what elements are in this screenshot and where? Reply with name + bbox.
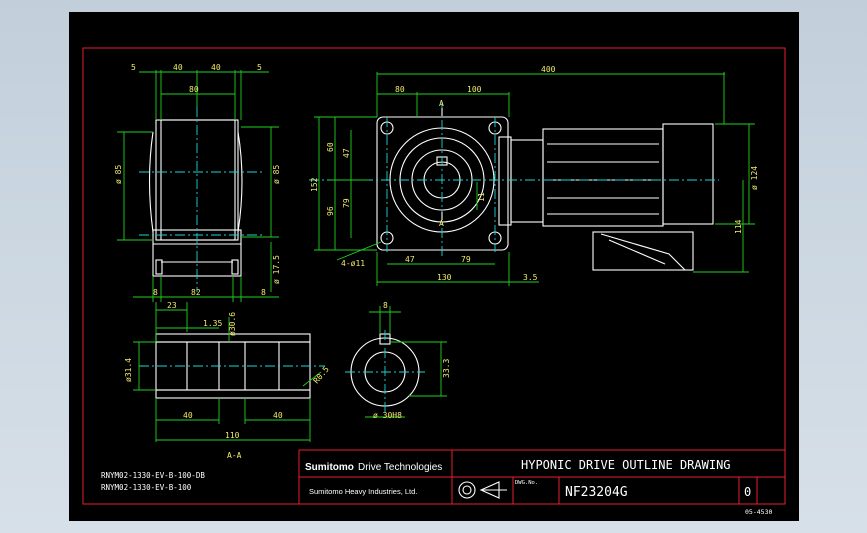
- dim-motor-h: 114: [734, 219, 743, 234]
- side-view: [117, 70, 279, 302]
- section-mark-top: A: [439, 99, 444, 108]
- dim-bottom-2: 82: [191, 288, 201, 297]
- dim-shaft-d: ø 17.5: [272, 255, 281, 284]
- dim-right-d: ø 85: [272, 165, 281, 184]
- dim-hole: 4-ø11: [341, 259, 365, 268]
- dim-fv-left-4: 79: [342, 198, 351, 208]
- model-line-2: RNYM02-1330-EV-B-100: [101, 483, 192, 492]
- dim-sv-top: 23: [167, 301, 177, 310]
- dwg-number: NF23204G: [565, 485, 628, 500]
- dim-top-sub: 80: [189, 85, 199, 94]
- dim-sv-r: R0.5: [312, 365, 331, 386]
- brand-sub: Drive Technologies: [358, 462, 442, 473]
- dim-fv-bottom-1: 47: [405, 255, 415, 264]
- model-line-1: RNYM02-1330-EV-B-100-DB: [101, 471, 205, 480]
- outline-drawing: 5 40 40 5 80 ø 85 ø 85 ø 17.5 8 82 8 400…: [82, 47, 786, 516]
- front-view: [309, 72, 755, 286]
- dim-fv-top-2: 100: [467, 85, 482, 94]
- dim-kw-d: ø 30H8: [373, 411, 402, 420]
- dim-fv-bottom-total: 130: [437, 273, 452, 282]
- dwg-label: DWG.No.: [515, 480, 538, 486]
- dim-fv-left-1: 60: [326, 142, 335, 152]
- section-label: A-A: [227, 451, 242, 460]
- dim-top-2: 40: [173, 63, 183, 72]
- dim-sv-bottom-2: 40: [273, 411, 283, 420]
- dim-left-d: ø 85: [114, 165, 123, 184]
- dim-bottom-3: 8: [261, 288, 266, 297]
- cad-viewport: 5 40 40 5 80 ø 85 ø 85 ø 17.5 8 82 8 400…: [0, 0, 867, 533]
- brand-line2: Sumitomo Heavy Industries, Ltd.: [309, 487, 417, 496]
- dim-kw-side: 33.3: [442, 359, 451, 378]
- keyway-view: [345, 306, 447, 418]
- footer-code: 05-4530: [745, 508, 772, 516]
- dim-fv-total: 400: [541, 65, 556, 74]
- dim-top-1: 5: [131, 63, 136, 72]
- dim-fv-top-1: 80: [395, 85, 405, 94]
- dim-top-4: 5: [257, 63, 262, 72]
- dim-sv-total: 110: [225, 431, 240, 440]
- drawing-canvas[interactable]: 5 40 40 5 80 ø 85 ø 85 ø 17.5 8 82 8 400…: [69, 12, 799, 521]
- brand-main: Sumitomo: [305, 462, 354, 473]
- drawing-title: HYPONIC DRIVE OUTLINE DRAWING: [521, 458, 731, 472]
- dim-fv-left-3: 96: [326, 206, 335, 216]
- dim-sv-d31: ø31.4: [124, 358, 133, 382]
- revision: 0: [744, 485, 751, 499]
- dim-fv-left-2: 47: [342, 148, 351, 158]
- dim-top-3: 40: [211, 63, 221, 72]
- dim-fv-offset: 3.5: [523, 273, 538, 282]
- dim-sv-d30: ø30.6: [228, 312, 237, 336]
- dim-sv-135: 1.35: [203, 319, 222, 328]
- dim-fv-height: 152: [310, 177, 319, 192]
- dim-fv-bottom-2: 79: [461, 255, 471, 264]
- section-mark-bottom: A: [439, 219, 444, 228]
- dim-kw-top: 8: [383, 301, 388, 310]
- dim-sv-bottom-1: 40: [183, 411, 193, 420]
- dim-fv-inner: 11: [477, 192, 486, 202]
- dim-motor-d: ø 124: [750, 166, 759, 190]
- dim-bottom-1: 8: [153, 288, 158, 297]
